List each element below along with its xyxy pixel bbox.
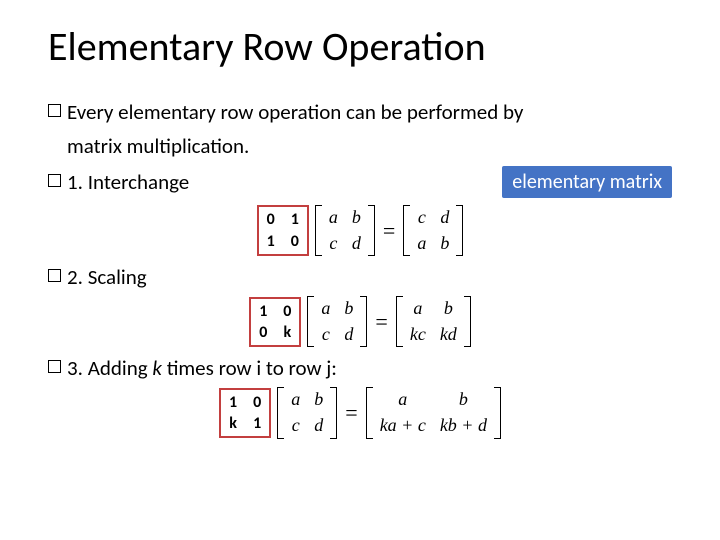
matrix-abcd-1: abcd	[315, 205, 375, 256]
bullet-icon	[48, 269, 61, 282]
slide: Elementary Row Operation Every elementar…	[0, 0, 720, 467]
equation-scaling: 100k abcd = abkckd	[48, 296, 672, 347]
item-interchange: 1. Interchange	[48, 169, 189, 195]
intro-line-1: Every elementary row operation can be pe…	[48, 99, 672, 125]
matrix-result-3: abka + ckb + d	[366, 387, 501, 438]
item-scaling: 2. Scaling	[48, 264, 672, 290]
intro-text-1: Every elementary row operation can be pe…	[67, 99, 523, 125]
bullet-icon	[48, 174, 61, 187]
badge-elementary-matrix: elementary matrix	[502, 166, 672, 198]
equals-sign: =	[375, 218, 403, 244]
bullet-icon	[48, 104, 61, 117]
item-addrow-label: 3. Adding k times row i to row j:	[67, 355, 337, 381]
equation-addrow: 10k1 abcd = abka + ckb + d	[48, 387, 672, 438]
equation-interchange: 0110 abcd = cdab	[48, 205, 672, 256]
bullet-icon	[48, 360, 61, 373]
matrix-result-2: abkckd	[396, 296, 471, 347]
item-interchange-label: 1. Interchange	[67, 169, 189, 195]
matrix-abcd-2: abcd	[307, 296, 367, 347]
page-title: Elementary Row Operation	[48, 22, 672, 71]
matrix-abcd-3: abcd	[277, 387, 337, 438]
elementary-matrix-1: 0110	[257, 205, 309, 255]
elementary-matrix-3: 10k1	[219, 388, 271, 438]
intro-text-2: matrix multiplication.	[67, 133, 249, 159]
equals-sign: =	[367, 309, 395, 335]
matrix-result-1: cdab	[403, 205, 463, 256]
item-scaling-label: 2. Scaling	[67, 264, 147, 290]
intro-line-2: matrix multiplication.	[67, 133, 249, 159]
item-addrow: 3. Adding k times row i to row j:	[48, 355, 672, 381]
elementary-matrix-2: 100k	[249, 297, 301, 347]
equals-sign: =	[337, 400, 365, 426]
